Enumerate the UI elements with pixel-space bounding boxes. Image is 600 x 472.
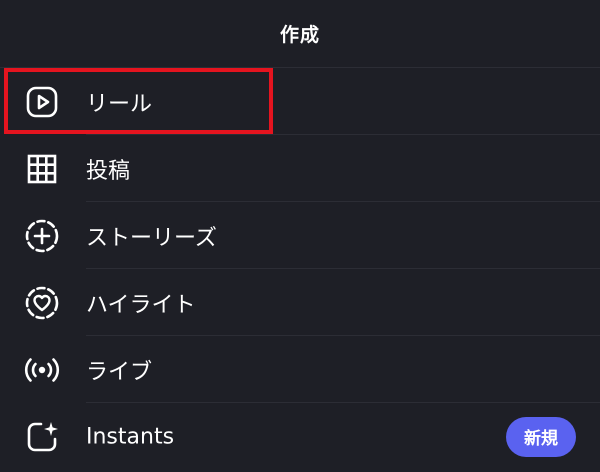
instants-icon	[23, 418, 61, 456]
menu-item-label: リール	[86, 91, 153, 117]
new-badge: 新規	[506, 416, 576, 457]
live-broadcast-icon	[23, 351, 61, 389]
create-menu: リール 投稿 ストーリーズ ハイライト ライブ Instants 新規	[0, 68, 600, 470]
menu-item-label: ストーリーズ	[86, 225, 217, 251]
highlight-heart-icon	[23, 284, 61, 322]
story-add-icon	[23, 217, 61, 255]
menu-item-live[interactable]: ライブ	[0, 336, 600, 403]
menu-item-stories[interactable]: ストーリーズ	[0, 202, 600, 269]
menu-item-label: ライブ	[86, 359, 153, 385]
menu-item-reels[interactable]: リール	[0, 68, 600, 135]
reels-icon	[23, 83, 61, 121]
menu-item-label: Instants	[86, 424, 175, 449]
menu-item-highlights[interactable]: ハイライト	[0, 269, 600, 336]
page-title: 作成	[279, 24, 320, 46]
grid-icon	[23, 150, 61, 188]
sheet-header: 作成	[0, 0, 600, 68]
menu-item-instants[interactable]: Instants 新規	[0, 403, 600, 470]
create-sheet: 作成 リール 投稿 ストーリーズ ハイライト ライブ Instants 新規	[0, 0, 600, 472]
menu-item-label: ハイライト	[86, 292, 196, 318]
menu-item-label: 投稿	[86, 158, 131, 184]
menu-item-post[interactable]: 投稿	[0, 135, 600, 202]
